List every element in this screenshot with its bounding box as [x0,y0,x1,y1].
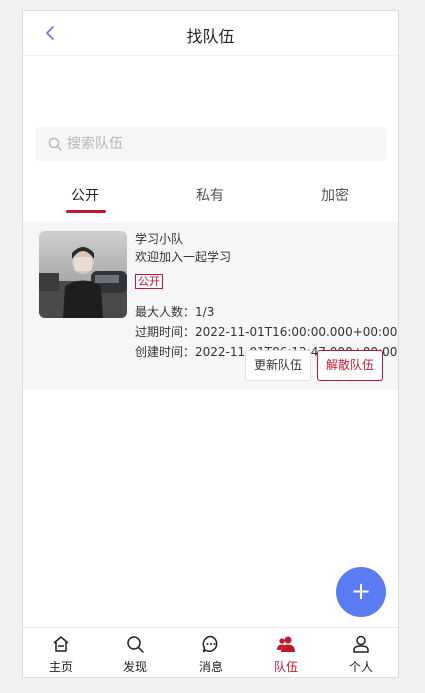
phone-screen: 找队伍 公开 私有 加密 [22,10,399,678]
expire-time-label: 过期时间： [135,325,196,339]
expire-time-row: 过期时间：2022-11-01T16:00:00.000+00:00 [135,323,397,340]
tabbar-label-team: 队伍 [273,660,298,674]
team-description: 欢迎加入一起学习 [135,250,232,264]
team-card[interactable]: 学习小队 欢迎加入一起学习 公开 最大人数：1/3 过期时间：2022-11-0… [23,222,398,390]
update-team-button[interactable]: 更新队伍 [245,350,311,381]
tabbar-label-profile: 个人 [348,660,373,674]
tabbar-item-home[interactable]: 主页 [31,628,91,677]
tabbar-label-home: 主页 [48,660,73,674]
tab-public[interactable]: 公开 [45,185,125,205]
team-icon [277,636,295,652]
search-bar [35,127,386,161]
tab-encrypted[interactable]: 加密 [295,185,375,205]
tab-private[interactable]: 私有 [170,185,250,205]
expire-time-value: 2022-11-01T16:00:00.000+00:00 [195,325,398,339]
search-icon [127,636,144,653]
search-icon [47,136,63,152]
page-title: 找队伍 [186,27,235,46]
team-avatar [39,231,127,318]
tabbar-item-team[interactable]: 队伍 [256,628,316,677]
tabbar-label-discover: 发现 [122,660,147,674]
create-team-button[interactable]: + [336,567,386,617]
tabbar-item-profile[interactable]: 个人 [331,628,391,677]
active-tab-indicator [66,210,106,213]
tabbar-item-discover[interactable]: 发现 [105,628,165,677]
tab-bar: 公开 私有 加密 [23,173,398,221]
max-members-row: 最大人数：1/3 [135,303,214,320]
tabbar-item-messages[interactable]: 消息 [181,628,241,677]
tabbar-label-messages: 消息 [198,660,223,674]
max-members-value: 1/3 [195,305,215,319]
bottom-tab-bar: 主页 发现 消息 队伍 个人 [23,627,398,677]
max-members-label: 最大人数： [135,305,196,319]
home-icon [53,636,69,652]
team-name: 学习小队 [135,232,184,246]
plus-icon: + [350,577,372,605]
search-input[interactable] [67,127,367,161]
nav-bar: 找队伍 [23,11,398,56]
status-badge: 公开 [135,274,163,289]
message-icon [202,635,218,653]
user-icon [353,635,369,653]
create-time-label: 创建时间： [135,345,196,359]
dissolve-team-button[interactable]: 解散队伍 [317,350,383,381]
